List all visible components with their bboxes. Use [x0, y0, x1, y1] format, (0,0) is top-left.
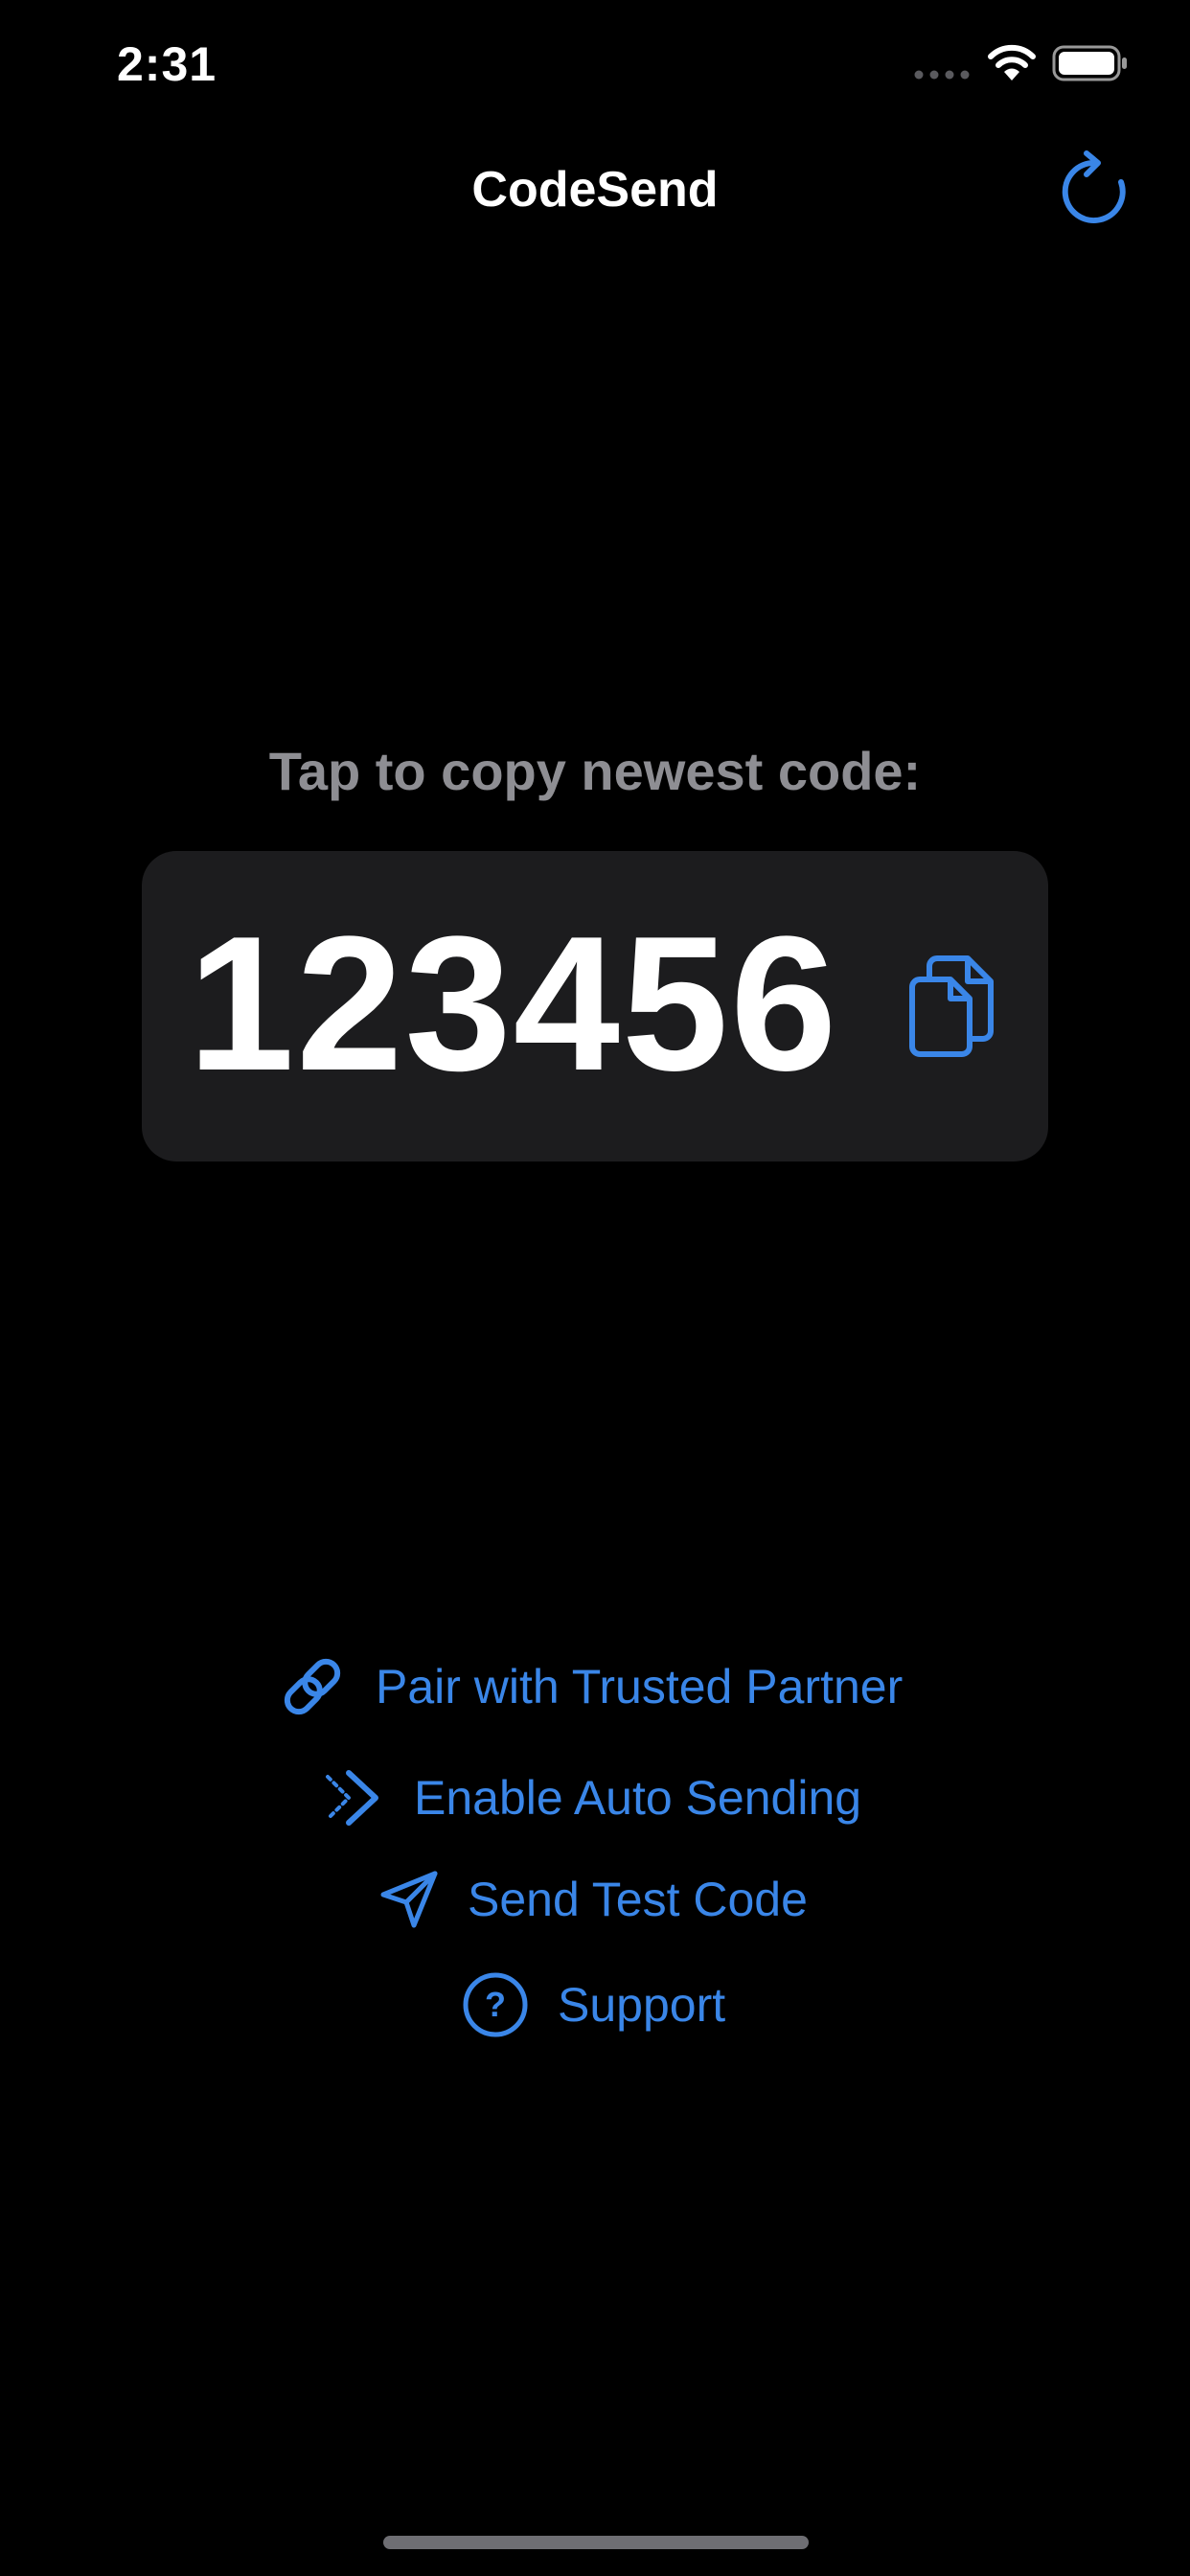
nav-title: CodeSend: [471, 162, 719, 218]
copy-prompt: Tap to copy newest code:: [268, 741, 922, 801]
chevron-forward-icon: [326, 1770, 378, 1826]
link-icon: [284, 1658, 341, 1715]
battery-icon: [1052, 45, 1127, 81]
copy-icon: [909, 955, 994, 1057]
paper-plane-icon: [380, 1871, 438, 1928]
support-label: Support: [558, 1978, 726, 2032]
wifi-icon: [988, 44, 1036, 80]
signal-icon: [914, 70, 970, 80]
refresh-button[interactable]: [1054, 150, 1134, 230]
pair-partner-button[interactable]: Pair with Trusted Partner: [278, 1648, 903, 1725]
home-indicator[interactable]: [383, 2536, 809, 2549]
svg-text:?: ?: [485, 1985, 506, 2024]
code-copy-button[interactable]: 123456: [142, 851, 1048, 1162]
status-time: 2:31: [117, 37, 217, 91]
code-value: 123456: [188, 897, 839, 1111]
enable-auto-sending-button[interactable]: Enable Auto Sending: [324, 1760, 861, 1836]
send-test-code-button[interactable]: Send Test Code: [379, 1861, 808, 1938]
question-circle-icon: ?: [463, 1972, 528, 2037]
enable-auto-sending-label: Enable Auto Sending: [414, 1771, 862, 1825]
pair-partner-label: Pair with Trusted Partner: [376, 1660, 904, 1714]
support-button[interactable]: ? Support: [462, 1966, 725, 2043]
status-bar: 2:31: [0, 0, 1190, 126]
send-test-code-label: Send Test Code: [468, 1873, 808, 1926]
refresh-icon: [1062, 150, 1126, 223]
